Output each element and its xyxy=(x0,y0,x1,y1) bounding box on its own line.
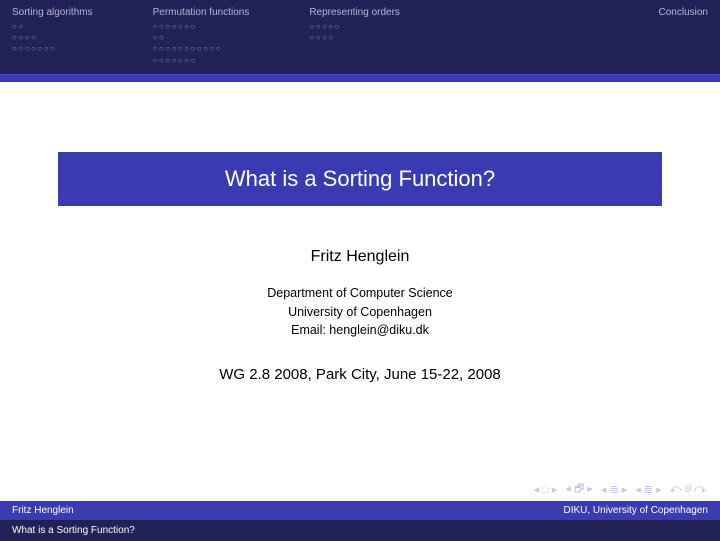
nav-section-permutation[interactable]: Permutation functions ○○○○○○○ ○○ ○○○○○○○… xyxy=(153,6,250,66)
venue-info: WG 2.8 2008, Park City, June 15-22, 2008 xyxy=(219,366,501,383)
footer-title: What is a Sorting Function? xyxy=(12,525,135,536)
nav-forward-icon[interactable]: ◂ ≣ ▸ xyxy=(635,483,661,496)
author-name: Fritz Henglein xyxy=(311,248,410,266)
footer-author-line: Fritz Henglein DIKU, University of Copen… xyxy=(0,501,720,520)
slide-title: What is a Sorting Function? xyxy=(58,152,662,206)
slide-content: What is a Sorting Function? Fritz Hengle… xyxy=(0,82,720,501)
footer-institution: DIKU, University of Copenhagen xyxy=(563,505,708,516)
footer-title-line: What is a Sorting Function? xyxy=(0,520,720,541)
nav-first-icon[interactable]: ◂ □ ▸ xyxy=(534,483,558,496)
nav-section-sorting[interactable]: Sorting algorithms ○○ ○○○○ ○○○○○○○ xyxy=(12,6,93,66)
department: Department of Computer Science xyxy=(267,284,453,303)
nav-prev-icon[interactable]: ◂ 🗗 ▸ xyxy=(565,480,592,499)
footer-author: Fritz Henglein xyxy=(12,505,74,516)
beamer-nav-bar: ◂ □ ▸ ◂ 🗗 ▸ ◂ ≣ ▸ ◂ ≣ ▸ ↶ ୭ ↷ xyxy=(534,480,706,499)
nav-back-icon[interactable]: ◂ ≣ ▸ xyxy=(601,483,627,496)
email: Email: henglein@diku.dk xyxy=(267,321,453,340)
affiliation: Department of Computer Science Universit… xyxy=(267,284,453,340)
header-divider xyxy=(0,74,720,82)
nav-section-representing[interactable]: Representing orders ○○○○○ ○○○○ xyxy=(309,6,400,66)
nav-undo-icon[interactable]: ↶ ୭ ↷ xyxy=(670,483,706,496)
nav-section-conclusion[interactable]: Conclusion xyxy=(659,6,708,66)
section-nav-header: Sorting algorithms ○○ ○○○○ ○○○○○○○ Permu… xyxy=(0,0,720,74)
university: University of Copenhagen xyxy=(267,303,453,322)
